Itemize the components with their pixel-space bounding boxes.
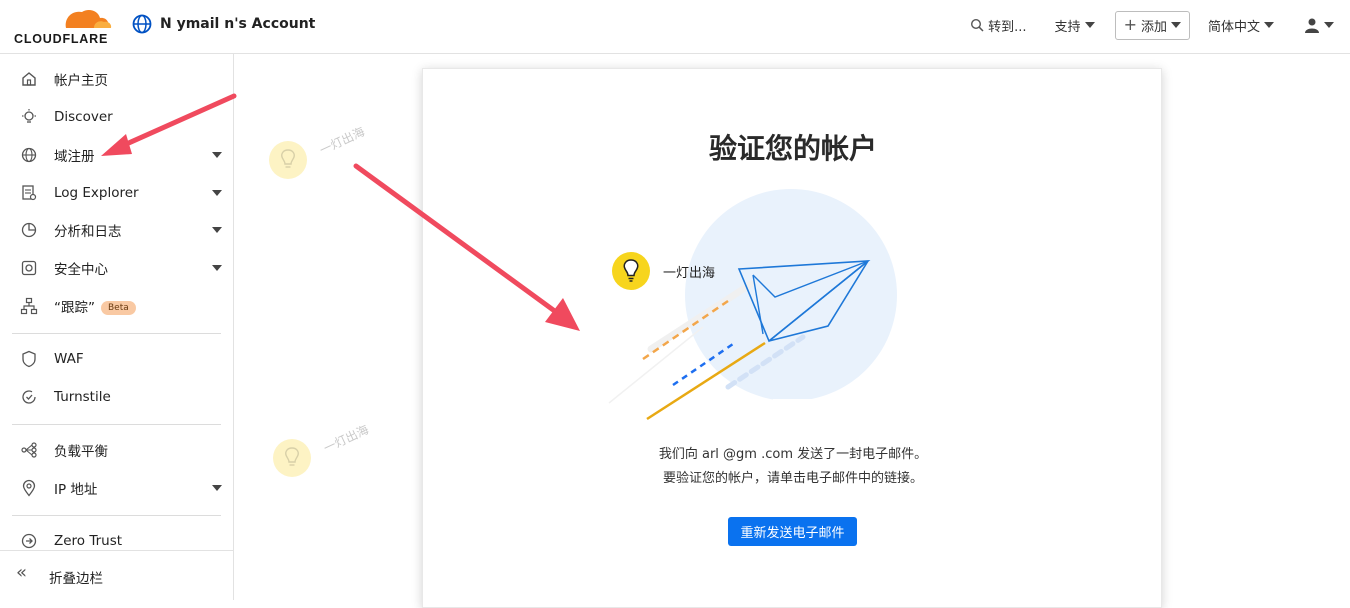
pie-chart-icon <box>21 222 37 238</box>
sidebar: 帐户主页 Discover 域注册 Log Explorer 分析和日志 安全中… <box>0 54 234 600</box>
language-label: 简体中文 <box>1207 19 1260 35</box>
sidebar-item-label: Zero Trust <box>54 533 123 549</box>
account-name: N ymail n's Account <box>160 16 316 32</box>
sidebar-item-label: 帐户主页 <box>54 73 108 89</box>
sidebar-item-load-balancing[interactable]: 负载平衡 <box>0 432 233 468</box>
sidebar-item-label: “跟踪” <box>54 300 95 316</box>
language-selector[interactable]: 简体中文 <box>1208 16 1274 35</box>
watermark: 一灯出海 <box>268 124 367 184</box>
brand-badge: 一灯出海 <box>611 251 715 291</box>
chevron-down-icon <box>212 265 222 271</box>
watermark-text: 一灯出海 <box>321 422 371 456</box>
user-icon <box>1305 18 1319 33</box>
sidebar-item-waf[interactable]: WAF <box>0 341 233 377</box>
chevron-down-icon <box>1170 22 1181 28</box>
sidebar-item-label: IP 地址 <box>54 482 98 498</box>
chevron-down-icon <box>212 152 222 158</box>
sidebar-item-label: 负载平衡 <box>54 444 108 460</box>
sidebar-item-log-explorer[interactable]: Log Explorer <box>0 175 233 211</box>
load-balancer-icon <box>21 442 37 458</box>
sidebar-item-label: WAF <box>54 351 84 367</box>
page-title: 验证您的帐户 <box>708 132 877 165</box>
sidebar-divider <box>12 515 221 516</box>
chevron-down-icon <box>212 190 222 196</box>
turnstile-icon <box>22 390 36 404</box>
network-icon <box>20 297 38 315</box>
chevron-down-icon <box>1264 22 1274 28</box>
sidebar-item-label: Turnstile <box>54 389 111 405</box>
verify-account-card: 验证您的帐户 一灯出海 我们向 arl @gm .com 发送了一封电子邮件。 … <box>422 68 1162 608</box>
collapse-label: 折叠边栏 <box>49 571 103 587</box>
watermark-text: 一灯出海 <box>317 124 367 158</box>
lightbulb-icon <box>22 109 36 123</box>
sidebar-item-turnstile[interactable]: Turnstile <box>0 379 233 415</box>
header-actions: 转到... 支持 + 添加 简体中文 <box>948 10 1334 40</box>
collapse-sidebar-button[interactable]: « 折叠边栏 <box>0 550 233 600</box>
goto-button[interactable]: 转到... <box>970 16 1027 35</box>
cloud-icon <box>65 10 112 28</box>
add-button[interactable]: + 添加 <box>1114 10 1190 40</box>
sidebar-divider <box>12 424 221 425</box>
security-icon <box>21 260 37 276</box>
add-label: 添加 <box>1140 19 1167 35</box>
sidebar-item-label: 安全中心 <box>54 262 108 278</box>
location-pin-icon <box>22 479 36 497</box>
zero-trust-icon <box>21 533 37 549</box>
paper-plane-illustration <box>608 189 897 421</box>
sidebar-item-ip-addresses[interactable]: IP 地址 <box>0 470 233 506</box>
home-icon <box>22 72 36 86</box>
lightbulb-logo-icon <box>612 252 650 290</box>
top-header: CLOUDFLARE N ymail n's Account 转到... 支持 … <box>0 0 1350 54</box>
beta-badge: Beta <box>101 301 136 315</box>
sidebar-item-domain-registration[interactable]: 域注册 <box>0 137 233 173</box>
globe-icon <box>21 147 37 163</box>
sidebar-item-analytics-logs[interactable]: 分析和日志 <box>0 212 233 248</box>
sidebar-item-label: Log Explorer <box>54 185 139 201</box>
sidebar-item-security-center[interactable]: 安全中心 <box>0 250 233 286</box>
sidebar-item-label-wrap: “跟踪” Beta <box>54 296 136 316</box>
sidebar-divider <box>12 333 221 334</box>
plus-icon: + <box>1123 15 1137 34</box>
main-content: 一灯出海 一灯出海 一灯出海 一灯出海 验证您的帐户 <box>234 54 1350 608</box>
account-switcher[interactable]: N ymail n's Account <box>132 14 315 34</box>
sidebar-item-trace[interactable]: “跟踪” Beta <box>0 288 233 324</box>
sidebar-item-label: 域注册 <box>54 149 95 165</box>
goto-label: 转到... <box>988 19 1027 35</box>
sidebar-item-account-home[interactable]: 帐户主页 <box>0 61 233 97</box>
brand-label: 一灯出海 <box>663 265 716 281</box>
logo-text: CLOUDFLARE <box>14 32 109 46</box>
resend-email-button[interactable]: 重新发送电子邮件 <box>728 517 857 546</box>
lightbulb-logo-icon <box>273 439 311 477</box>
user-menu[interactable] <box>1304 17 1334 33</box>
sidebar-item-discover[interactable]: Discover <box>0 99 233 135</box>
sidebar-item-label: Discover <box>54 109 113 125</box>
chevron-down-icon <box>212 227 222 233</box>
lightbulb-logo-icon <box>269 141 307 179</box>
sidebar-item-label: 分析和日志 <box>54 224 122 240</box>
chevron-down-icon <box>212 485 222 491</box>
email-sent-message: 我们向 arl @gm .com 发送了一封电子邮件。 <box>658 447 928 462</box>
support-menu[interactable]: 支持 <box>1055 16 1095 35</box>
watermark: 一灯出海 <box>272 422 371 482</box>
chevron-down-icon <box>1324 22 1334 28</box>
cloudflare-logo[interactable]: CLOUDFLARE <box>14 6 124 46</box>
support-label: 支持 <box>1054 19 1081 35</box>
globe-icon <box>132 14 152 34</box>
shield-icon <box>22 350 36 368</box>
verify-instructions: 要验证您的帐户，请单击电子邮件中的链接。 <box>662 471 923 486</box>
search-icon <box>971 18 984 32</box>
log-icon <box>22 185 37 201</box>
double-chevron-left-icon: « <box>16 562 28 583</box>
chevron-down-icon <box>1084 22 1095 28</box>
